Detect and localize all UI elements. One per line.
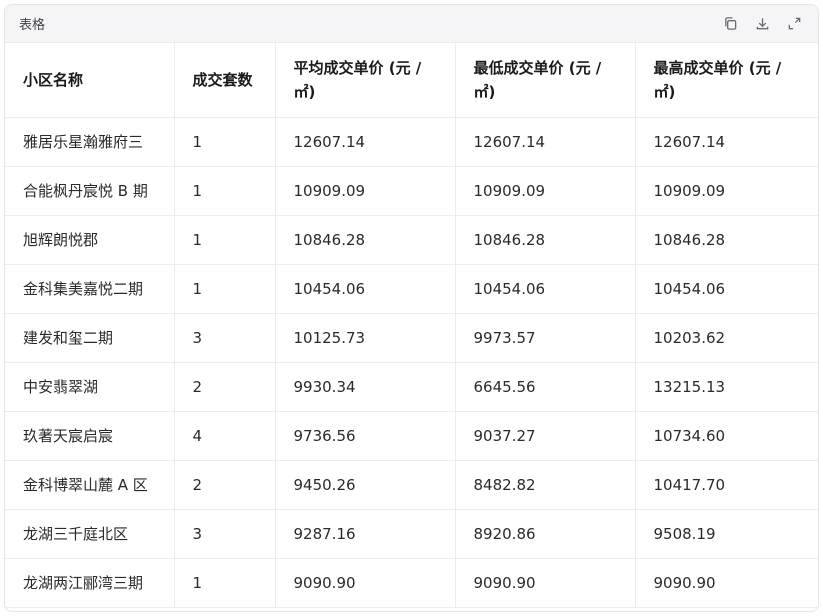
panel-header: 表格 [5,5,818,43]
table-cell: 9090.90 [635,558,818,608]
table-cell: 10125.73 [275,313,456,363]
table-row: 玖著天宸启宸 4 9736.56 9037.27 10734.60 [5,411,818,461]
table-cell: 2 [174,460,276,510]
table-cell: 8482.82 [455,460,636,510]
table-cell: 10909.09 [635,166,818,216]
table-cell: 1 [174,264,276,314]
table-cell: 玖著天宸启宸 [5,411,175,461]
table-cell: 10203.62 [635,313,818,363]
table-cell: 9973.57 [455,313,636,363]
table-cell: 1 [174,558,276,608]
table-row: 金科集美嘉悦二期 1 10454.06 10454.06 10454.06 [5,264,818,314]
download-icon[interactable] [754,16,770,32]
table-cell: 10734.60 [635,411,818,461]
table-cell: 金科集美嘉悦二期 [5,264,175,314]
table-row: 雅居乐星瀚雅府三 1 12607.14 12607.14 12607.14 [5,117,818,167]
table-cell: 10454.06 [635,264,818,314]
table-cell: 10846.28 [455,215,636,265]
data-table: 小区名称 成交套数 平均成交单价 (元 / ㎡) 最低成交单价 (元 / ㎡) … [5,43,818,608]
table-cell: 3 [174,313,276,363]
table-cell: 6645.56 [455,362,636,412]
table-row: 中安翡翠湖 2 9930.34 6645.56 13215.13 [5,362,818,412]
column-header-community: 小区名称 [5,43,175,118]
table-cell: 3 [174,509,276,559]
table-cell: 9508.19 [635,509,818,559]
table-cell: 龙湖三千庭北区 [5,509,175,559]
table-cell: 10846.28 [635,215,818,265]
table-row: 旭辉朗悦郡 1 10846.28 10846.28 10846.28 [5,215,818,265]
table-cell: 中安翡翠湖 [5,362,175,412]
column-header-avg-price: 平均成交单价 (元 / ㎡) [275,43,456,118]
table-row: 合能枫丹宸悦 B 期 1 10909.09 10909.09 10909.09 [5,166,818,216]
column-header-max-price: 最高成交单价 (元 / ㎡) [635,43,818,118]
copy-icon[interactable] [722,16,738,32]
table-row: 龙湖三千庭北区 3 9287.16 8920.86 9508.19 [5,509,818,559]
table-panel: 表格 小区名称 成交套数 平均成交单价 (元 / ㎡) 最低成交单价 (元 / … [4,4,819,612]
expand-icon[interactable] [786,16,802,32]
column-header-count: 成交套数 [174,43,276,118]
table-cell: 9090.90 [275,558,456,608]
table-cell: 9287.16 [275,509,456,559]
panel-title: 表格 [19,18,46,33]
table-row: 龙湖两江郦湾三期 1 9090.90 9090.90 9090.90 [5,558,818,608]
table-cell: 金科博翠山麓 A 区 [5,460,175,510]
table-cell: 2 [174,362,276,412]
table-cell: 12607.14 [635,117,818,167]
table-cell: 龙湖两江郦湾三期 [5,558,175,608]
table-cell: 1 [174,215,276,265]
table-cell: 旭辉朗悦郡 [5,215,175,265]
table-row: 金科博翠山麓 A 区 2 9450.26 8482.82 10417.70 [5,460,818,510]
table-cell: 1 [174,166,276,216]
table-header-row: 小区名称 成交套数 平均成交单价 (元 / ㎡) 最低成交单价 (元 / ㎡) … [5,43,818,118]
table-cell: 9450.26 [275,460,456,510]
table-cell: 10454.06 [275,264,456,314]
table-cell: 10909.09 [275,166,456,216]
panel-toolbar [722,16,802,32]
table-cell: 12607.14 [275,117,456,167]
table-cell: 9930.34 [275,362,456,412]
table-cell: 9090.90 [455,558,636,608]
table-cell: 10417.70 [635,460,818,510]
table-cell: 1 [174,117,276,167]
table-cell: 9736.56 [275,411,456,461]
column-header-min-price: 最低成交单价 (元 / ㎡) [455,43,636,118]
table-cell: 10454.06 [455,264,636,314]
table-cell: 8920.86 [455,509,636,559]
table-cell: 建发和玺二期 [5,313,175,363]
table-cell: 12607.14 [455,117,636,167]
table-cell: 10846.28 [275,215,456,265]
table-cell: 13215.13 [635,362,818,412]
table-cell: 9037.27 [455,411,636,461]
table-cell: 合能枫丹宸悦 B 期 [5,166,175,216]
table-cell: 4 [174,411,276,461]
table-row: 建发和玺二期 3 10125.73 9973.57 10203.62 [5,313,818,363]
table-cell: 雅居乐星瀚雅府三 [5,117,175,167]
table-cell: 10909.09 [455,166,636,216]
